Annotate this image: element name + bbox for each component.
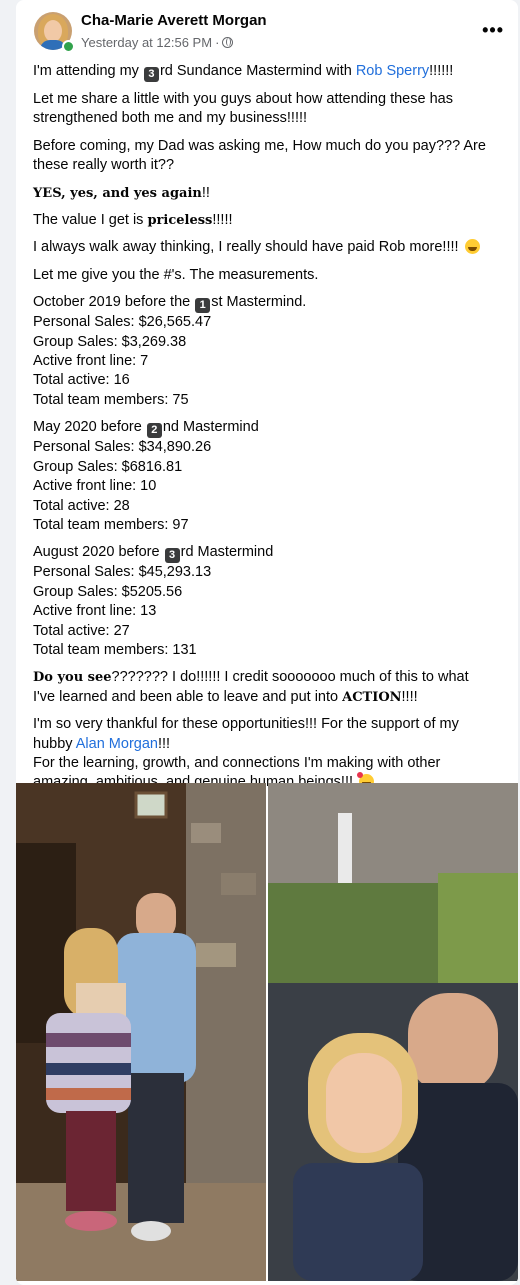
stat-line: Personal Sales: $45,293.13 bbox=[33, 564, 212, 581]
stats-section-1: October 2019 before the 1st Mastermind. … bbox=[33, 293, 503, 410]
stat-line: Total team members: 97 bbox=[33, 516, 189, 533]
globe-icon[interactable] bbox=[222, 37, 234, 48]
meta-separator: · bbox=[215, 35, 220, 50]
stat-line: Active front line: 10 bbox=[33, 478, 157, 495]
paragraph-5: The value I get is priceless!!!!! bbox=[33, 212, 233, 229]
mention-link[interactable]: Alan Morgan bbox=[76, 736, 158, 752]
stat-line: Total active: 27 bbox=[33, 622, 130, 639]
stat-line: Total team members: 131 bbox=[33, 641, 197, 658]
stats-section-3: August 2020 before 3rd Mastermind Person… bbox=[33, 543, 503, 660]
stat-line: Active front line: 7 bbox=[33, 353, 149, 370]
photo-waterfall-selfie[interactable] bbox=[268, 783, 518, 1281]
stat-line: Group Sales: $3,269.38 bbox=[33, 333, 187, 350]
paragraph-9: I'm so very thankful for these opportuni… bbox=[33, 716, 459, 791]
section-title: August 2020 before 3rd Mastermind bbox=[33, 544, 274, 564]
stat-line: Group Sales: $6816.81 bbox=[33, 458, 183, 475]
section-title: October 2019 before the 1st Mastermind. bbox=[33, 294, 307, 314]
photo-grid bbox=[16, 783, 518, 1281]
paragraph-4: YES, yes, and yes again!! bbox=[33, 184, 210, 201]
stat-line: Total team members: 75 bbox=[33, 391, 189, 408]
mention-link[interactable]: Rob Sperry bbox=[356, 63, 429, 79]
keycap-number: 1 bbox=[195, 298, 211, 314]
paragraph-2: Let me share a little with you guys abou… bbox=[33, 91, 453, 127]
stat-line: Total active: 16 bbox=[33, 372, 130, 389]
online-status-dot bbox=[62, 40, 75, 53]
stat-line: Group Sales: $5205.56 bbox=[33, 583, 183, 600]
paragraph-7: Let me give you the #'s. The measurement… bbox=[33, 266, 319, 283]
author-name[interactable]: Cha-Marie Averett Morgan bbox=[81, 12, 267, 29]
stat-line: Personal Sales: $34,890.26 bbox=[33, 439, 212, 456]
paragraph-6: I always walk away thinking, I really sh… bbox=[33, 238, 503, 257]
post-header: Cha-Marie Averett Morgan Yesterday at 12… bbox=[16, 0, 518, 62]
stat-line: Active front line: 13 bbox=[33, 603, 157, 620]
stat-line: Total active: 28 bbox=[33, 497, 130, 514]
paragraph-8: Do you see??????? I do!!!!!! I credit so… bbox=[33, 669, 469, 705]
post-timestamp[interactable]: Yesterday at 12:56 PM bbox=[81, 35, 212, 50]
section-title: May 2020 before 2nd Mastermind bbox=[33, 419, 259, 439]
keycap-number: 3 bbox=[143, 67, 159, 82]
paragraph-3: Before coming, my Dad was asking me, How… bbox=[33, 137, 486, 174]
post-body: I'm attending my 3rd Sundance Mastermind… bbox=[33, 62, 503, 801]
more-options-button[interactable]: ••• bbox=[482, 20, 504, 41]
stats-section-2: May 2020 before 2nd Mastermind Personal … bbox=[33, 418, 503, 535]
keycap-number: 2 bbox=[146, 423, 162, 439]
laughing-emoji-icon bbox=[464, 239, 480, 255]
keycap-number: 3 bbox=[164, 548, 180, 564]
post-card: Cha-Marie Averett Morgan Yesterday at 12… bbox=[16, 0, 518, 1285]
post-meta: Yesterday at 12:56 PM · bbox=[81, 35, 234, 50]
photo-indoor-couple[interactable] bbox=[16, 783, 266, 1281]
paragraph-1: I'm attending my 3rd Sundance Mastermind… bbox=[33, 63, 454, 82]
stat-line: Personal Sales: $26,565.47 bbox=[33, 314, 212, 331]
